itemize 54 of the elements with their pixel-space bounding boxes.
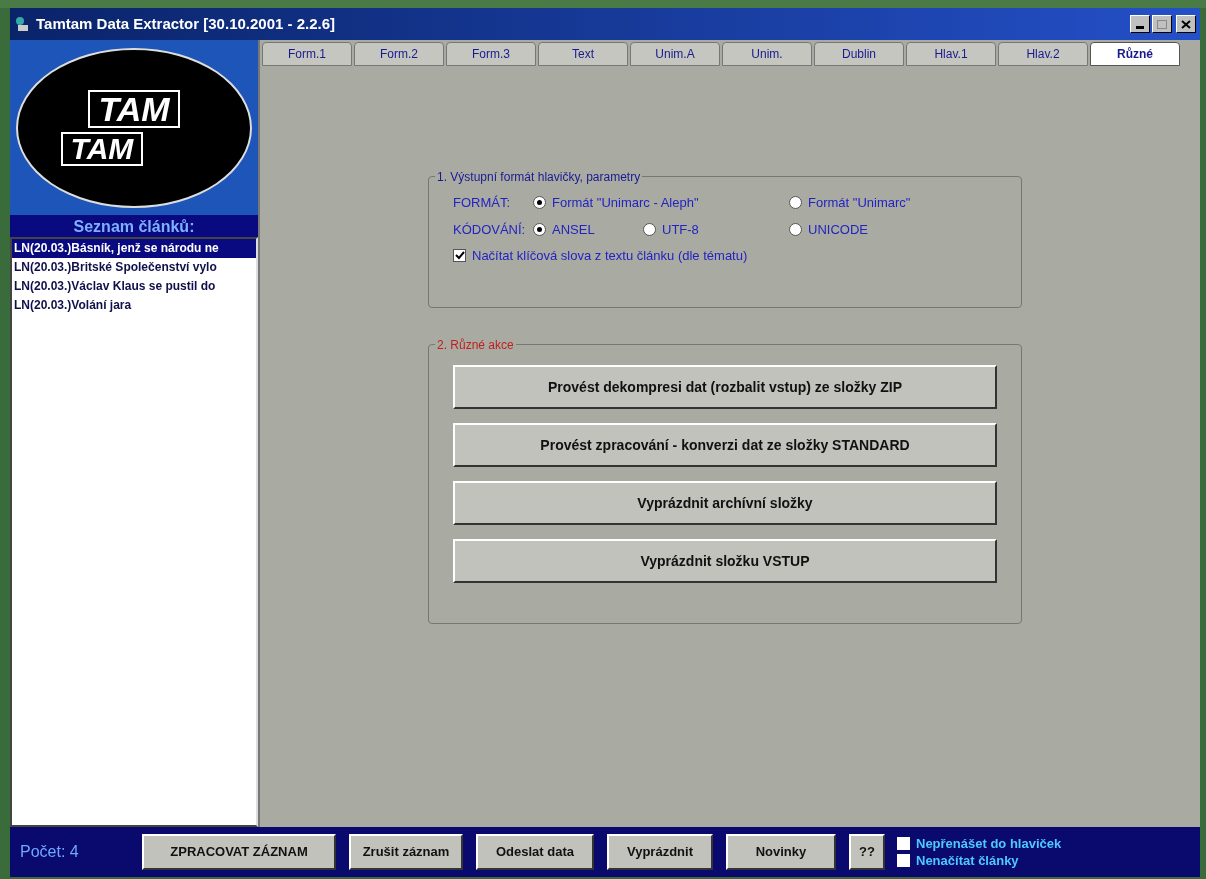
checkbox[interactable] <box>453 249 466 263</box>
tab[interactable]: Form.1 <box>262 42 352 66</box>
list-item[interactable]: LN(20.03.)Britské Společenství vylo <box>12 258 256 277</box>
radio-option[interactable]: ANSEL <box>533 219 643 239</box>
minimize-icon <box>1136 26 1144 29</box>
radio-button[interactable] <box>643 222 656 236</box>
list-item[interactable]: LN(20.03.)Básník, jenž se národu ne <box>12 239 256 258</box>
tab[interactable]: Text <box>538 42 628 66</box>
radio-button[interactable] <box>533 222 546 236</box>
tab[interactable]: Form.3 <box>446 42 536 66</box>
radio-option[interactable]: UNICODE <box>789 219 909 239</box>
radio-option[interactable]: UTF-8 <box>643 219 789 239</box>
list-item[interactable]: LN(20.03.)Volání jara <box>12 296 256 315</box>
action-button[interactable]: Vyprázdnit archívní složky <box>453 481 997 525</box>
bar-checkbox[interactable]: Nenačítat články <box>897 852 1062 869</box>
tab[interactable]: Unim.A <box>630 42 720 66</box>
bar-checkbox[interactable]: Nepřenášet do hlaviček <box>897 835 1062 852</box>
article-list[interactable]: LN(20.03.)Básník, jenž se národu ne LN(20.03.)Britské Společenství vylo LN(20.03.)Václav Klaus se pustil do LN(20.03.)Volání jara <box>10 237 258 827</box>
tab[interactable]: Hlav.1 <box>906 42 996 66</box>
tab[interactable]: Unim. <box>722 42 812 66</box>
radio-option[interactable]: Formát "Unimarc" <box>789 193 989 213</box>
check-icon <box>454 251 465 261</box>
toolbar-button[interactable]: ZPRACOVAT ZÁZNAM <box>142 834 336 870</box>
toolbar-button[interactable]: ?? <box>849 834 885 870</box>
tab[interactable]: Form.2 <box>354 42 444 66</box>
radio-option[interactable]: Formát "Unimarc - Aleph" <box>533 193 789 213</box>
close-icon <box>1181 19 1191 29</box>
toolbar-button[interactable]: Vyprázdnit <box>607 834 713 870</box>
checkbox[interactable] <box>897 837 910 850</box>
radio-button[interactable] <box>533 196 546 210</box>
minimize-button[interactable] <box>1130 15 1150 33</box>
radio-button[interactable] <box>789 222 802 236</box>
list-title: Seznam článků: <box>10 215 258 237</box>
encoding-label: KÓDOVÁNÍ: <box>453 220 527 239</box>
action-button[interactable]: Provést dekompresi dat (rozbalit vstup) ze složky ZIP <box>453 365 997 409</box>
action-button[interactable]: Vyprázdnit složku VSTUP <box>453 539 997 583</box>
toolbar-button[interactable]: Zrušit záznam <box>349 834 463 870</box>
tab[interactable]: Dublin <box>814 42 904 66</box>
tab[interactable]: Různé <box>1090 42 1180 66</box>
logo: TAM TAM <box>16 47 252 208</box>
maximize-button[interactable] <box>1152 15 1172 33</box>
maximize-icon <box>1157 19 1167 29</box>
count-label: Počet: 4 <box>20 842 80 862</box>
action-button[interactable]: Provést zpracování - konverzi dat ze složky STANDARD <box>453 423 997 467</box>
close-button[interactable] <box>1176 15 1196 33</box>
keywords-checkbox[interactable]: Načítat klíčová slova z textu článku (dle tématu) <box>453 246 1021 266</box>
window-title: Tamtam Data Extractor [30.10.2001 - 2.2.6] <box>36 13 336 34</box>
toolbar-button[interactable]: Odeslat data <box>476 834 594 870</box>
radio-button[interactable] <box>789 196 802 210</box>
list-item[interactable]: LN(20.03.)Václav Klaus se pustil do <box>12 277 256 296</box>
checkbox[interactable] <box>897 854 910 867</box>
tab[interactable]: Hlav.2 <box>998 42 1088 66</box>
toolbar-button[interactable]: Novinky <box>726 834 836 870</box>
format-label: FORMÁT: <box>453 194 512 212</box>
